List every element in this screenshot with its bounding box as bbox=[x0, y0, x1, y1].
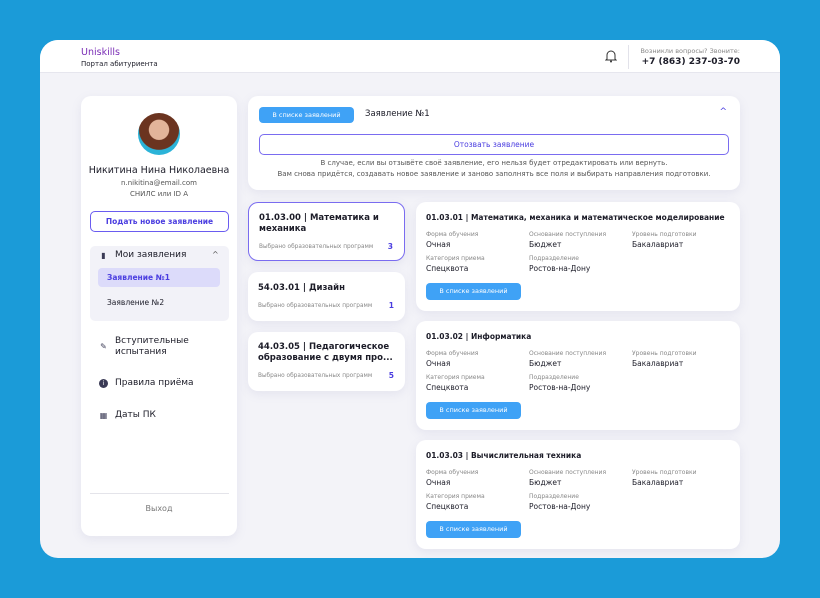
user-snils: СНИЛС или ID A bbox=[129, 190, 189, 198]
level-label: Уровень подготовки bbox=[632, 231, 697, 238]
form-value: Очная bbox=[426, 359, 451, 368]
detail-title: 01.03.02 | Информатика bbox=[426, 332, 532, 341]
application-header-card: В списке заявлений Заявление №1 ^ Отозва… bbox=[248, 96, 740, 190]
chevron-up-icon[interactable]: ^ bbox=[212, 250, 219, 259]
new-application-button[interactable]: Подать новое заявление bbox=[90, 211, 229, 232]
calendar-icon: ▦ bbox=[99, 411, 108, 420]
header: Uniskills Портал абитуриента Возникли во… bbox=[40, 40, 780, 73]
in-list-button[interactable]: В списке заявлений bbox=[426, 521, 521, 538]
basis-value: Бюджет bbox=[529, 478, 562, 487]
form-value: Очная bbox=[426, 478, 451, 487]
feather-icon: ✎ bbox=[100, 342, 107, 351]
sidebar-item-application-2[interactable]: Заявление №2 bbox=[107, 298, 164, 307]
level-value: Бакалавриат bbox=[632, 240, 684, 249]
basis-label: Основание поступления bbox=[529, 350, 607, 357]
level-label: Уровень подготовки bbox=[632, 469, 697, 476]
sidebar-item-entrance-exams[interactable]: Вступительные испытания bbox=[115, 336, 215, 358]
program-count: 5 bbox=[388, 371, 394, 380]
program-detail-card: 01.03.03 | Вычислительная техника Форма … bbox=[416, 440, 740, 549]
program-card[interactable]: 01.03.00 | Математика и механика Выбрано… bbox=[248, 202, 405, 261]
detail-title: 01.03.03 | Вычислительная техника bbox=[426, 451, 582, 460]
program-title: 01.03.00 | Математика и механика bbox=[259, 213, 379, 234]
basis-value: Бюджет bbox=[529, 240, 562, 249]
basis-label: Основание поступления bbox=[529, 469, 607, 476]
form-value: Очная bbox=[426, 240, 451, 249]
program-card[interactable]: 54.03.01 | Дизайн Выбрано образовательны… bbox=[248, 272, 405, 321]
application-title: Заявление №1 bbox=[365, 109, 430, 119]
category-value: Спецквота bbox=[426, 502, 469, 511]
category-label: Категория приема bbox=[426, 493, 485, 500]
form-label: Форма обучения bbox=[426, 469, 479, 476]
form-label: Форма обучения bbox=[426, 231, 479, 238]
sidebar-item-application-1[interactable]: Заявление №1 bbox=[98, 268, 220, 287]
sidebar-item-rules[interactable]: Правила приёма bbox=[115, 378, 194, 388]
info-icon: i bbox=[99, 379, 108, 388]
category-label: Категория приема bbox=[426, 255, 485, 262]
sidebar-item-my-applications[interactable]: Мои заявления bbox=[115, 250, 186, 260]
document-icon: ▮ bbox=[101, 251, 106, 260]
program-count: 3 bbox=[387, 242, 393, 251]
level-value: Бакалавриат bbox=[632, 478, 684, 487]
user-email: n.nikitina@email.com bbox=[121, 179, 197, 187]
note-line: Вам снова придётся, создавать новое заяв… bbox=[277, 170, 711, 178]
division-value: Ростов-на-Дону bbox=[529, 264, 591, 273]
divider bbox=[90, 493, 229, 494]
category-value: Спецквота bbox=[426, 264, 469, 273]
basis-label: Основание поступления bbox=[529, 231, 607, 238]
avatar bbox=[138, 113, 180, 155]
program-detail-card: 01.03.02 | Информатика Форма обучения Оч… bbox=[416, 321, 740, 430]
user-name: Никитина Нина Николаевна bbox=[88, 165, 230, 176]
program-label: Выбрано образовательных программ bbox=[258, 303, 373, 309]
division-label: Подразделение bbox=[529, 255, 579, 262]
support-question: Возникли вопросы? Звоните: bbox=[640, 47, 740, 55]
logout-link[interactable]: Выход bbox=[81, 504, 237, 513]
level-value: Бакалавриат bbox=[632, 359, 684, 368]
note-line: В случае, если вы отзывёте своё заявлени… bbox=[320, 159, 668, 167]
brand-logo[interactable]: Uniskills bbox=[81, 47, 120, 58]
program-count: 1 bbox=[388, 301, 394, 310]
program-card[interactable]: 44.03.05 | Педагогическое образование с … bbox=[248, 332, 405, 391]
form-label: Форма обучения bbox=[426, 350, 479, 357]
program-detail-card: 01.03.01 | Математика, механика и матема… bbox=[416, 202, 740, 311]
app-window: Uniskills Портал абитуриента Возникли во… bbox=[40, 40, 780, 558]
sidebar-item-dates[interactable]: Даты ПК bbox=[115, 410, 156, 420]
bell-icon[interactable] bbox=[605, 49, 617, 63]
category-label: Категория приема bbox=[426, 374, 485, 381]
division-label: Подразделение bbox=[529, 374, 579, 381]
category-value: Спецквота bbox=[426, 383, 469, 392]
program-label: Выбрано образовательных программ bbox=[259, 244, 374, 250]
revoke-application-button[interactable]: Отозвать заявление bbox=[259, 134, 729, 155]
program-title: 44.03.05 | Педагогическое образование с … bbox=[258, 342, 393, 363]
sidebar: Никитина Нина Николаевна n.nikitina@emai… bbox=[81, 96, 237, 536]
revoke-note: В случае, если вы отзывёте своё заявлени… bbox=[248, 158, 740, 180]
brand-subtitle: Портал абитуриента bbox=[81, 60, 158, 68]
in-list-button[interactable]: В списке заявлений bbox=[426, 283, 521, 300]
basis-value: Бюджет bbox=[529, 359, 562, 368]
program-title: 54.03.01 | Дизайн bbox=[258, 283, 345, 293]
divider bbox=[628, 45, 629, 69]
division-value: Ростов-на-Дону bbox=[529, 383, 591, 392]
detail-title: 01.03.01 | Математика, механика и матема… bbox=[426, 213, 725, 222]
program-label: Выбрано образовательных программ bbox=[258, 373, 373, 379]
division-label: Подразделение bbox=[529, 493, 579, 500]
my-applications-group: ▮ Мои заявления ^ Заявление №1 Заявление… bbox=[90, 246, 229, 321]
level-label: Уровень подготовки bbox=[632, 350, 697, 357]
in-list-button[interactable]: В списке заявлений bbox=[426, 402, 521, 419]
support-phone[interactable]: +7 (863) 237-03-70 bbox=[642, 57, 740, 67]
chevron-up-icon[interactable]: ^ bbox=[719, 107, 727, 117]
division-value: Ростов-на-Дону bbox=[529, 502, 591, 511]
status-badge[interactable]: В списке заявлений bbox=[259, 107, 354, 123]
